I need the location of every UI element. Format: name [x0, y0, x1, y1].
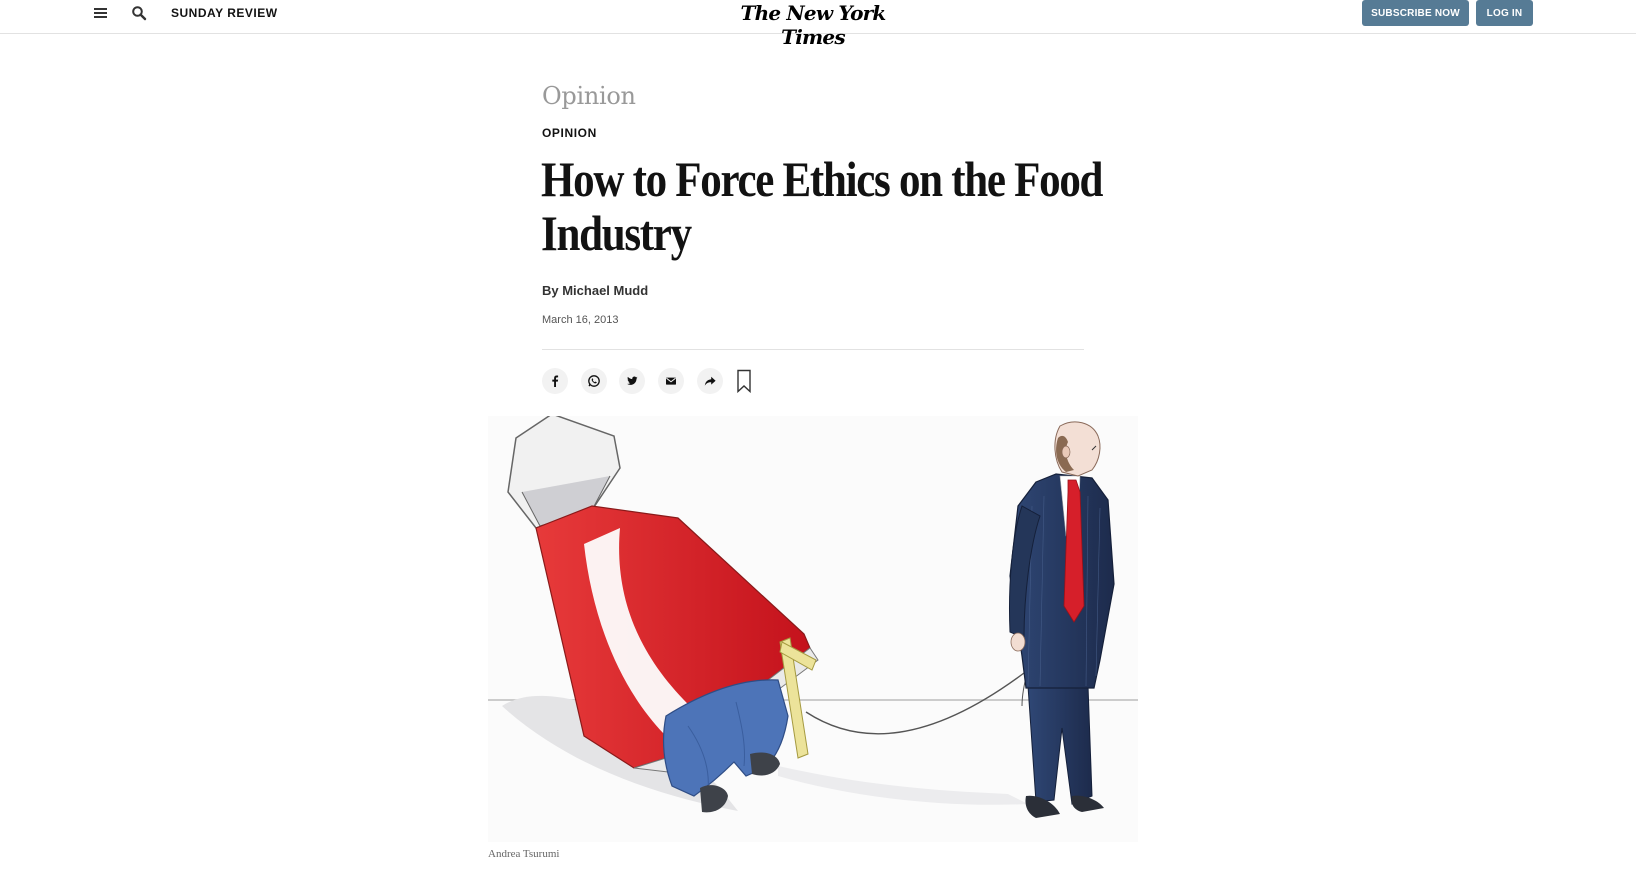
publish-date: March 16, 2013 — [542, 314, 619, 326]
share-email-button[interactable] — [658, 368, 684, 394]
nyt-logo[interactable]: The New York Times — [718, 1, 908, 49]
hamburger-menu-icon[interactable] — [94, 7, 108, 21]
twitter-icon — [627, 376, 638, 385]
search-icon[interactable] — [131, 5, 147, 21]
byline[interactable]: By Michael Mudd — [542, 283, 648, 298]
share-more-button[interactable] — [697, 368, 723, 394]
article-headline: How to Force Ethics on the Food Industry — [541, 151, 1103, 261]
section-link-sunday-review[interactable]: SUNDAY REVIEW — [171, 6, 278, 20]
opinion-kicker[interactable]: Opinion — [542, 82, 636, 110]
login-button[interactable]: LOG IN — [1476, 0, 1533, 26]
divider — [542, 349, 1084, 350]
article-illustration — [488, 416, 1138, 842]
subscribe-button[interactable]: SUBSCRIBE NOW — [1362, 0, 1469, 26]
headline-line-2: Industry — [541, 205, 692, 261]
whatsapp-icon — [588, 375, 600, 387]
share-twitter-button[interactable] — [619, 368, 645, 394]
share-whatsapp-button[interactable] — [581, 368, 607, 394]
share-facebook-button[interactable] — [542, 368, 568, 394]
section-tag[interactable]: OPINION — [542, 126, 597, 140]
bookmark-icon[interactable] — [736, 369, 752, 393]
image-credit: Andrea Tsurumi — [488, 848, 560, 860]
share-arrow-icon — [704, 376, 716, 386]
email-icon — [666, 377, 676, 385]
facebook-icon — [552, 375, 559, 387]
top-bar: SUNDAY REVIEW The New York Times SUBSCRI… — [0, 0, 1636, 49]
headline-line-1: How to Force Ethics on the Food — [541, 151, 1103, 207]
